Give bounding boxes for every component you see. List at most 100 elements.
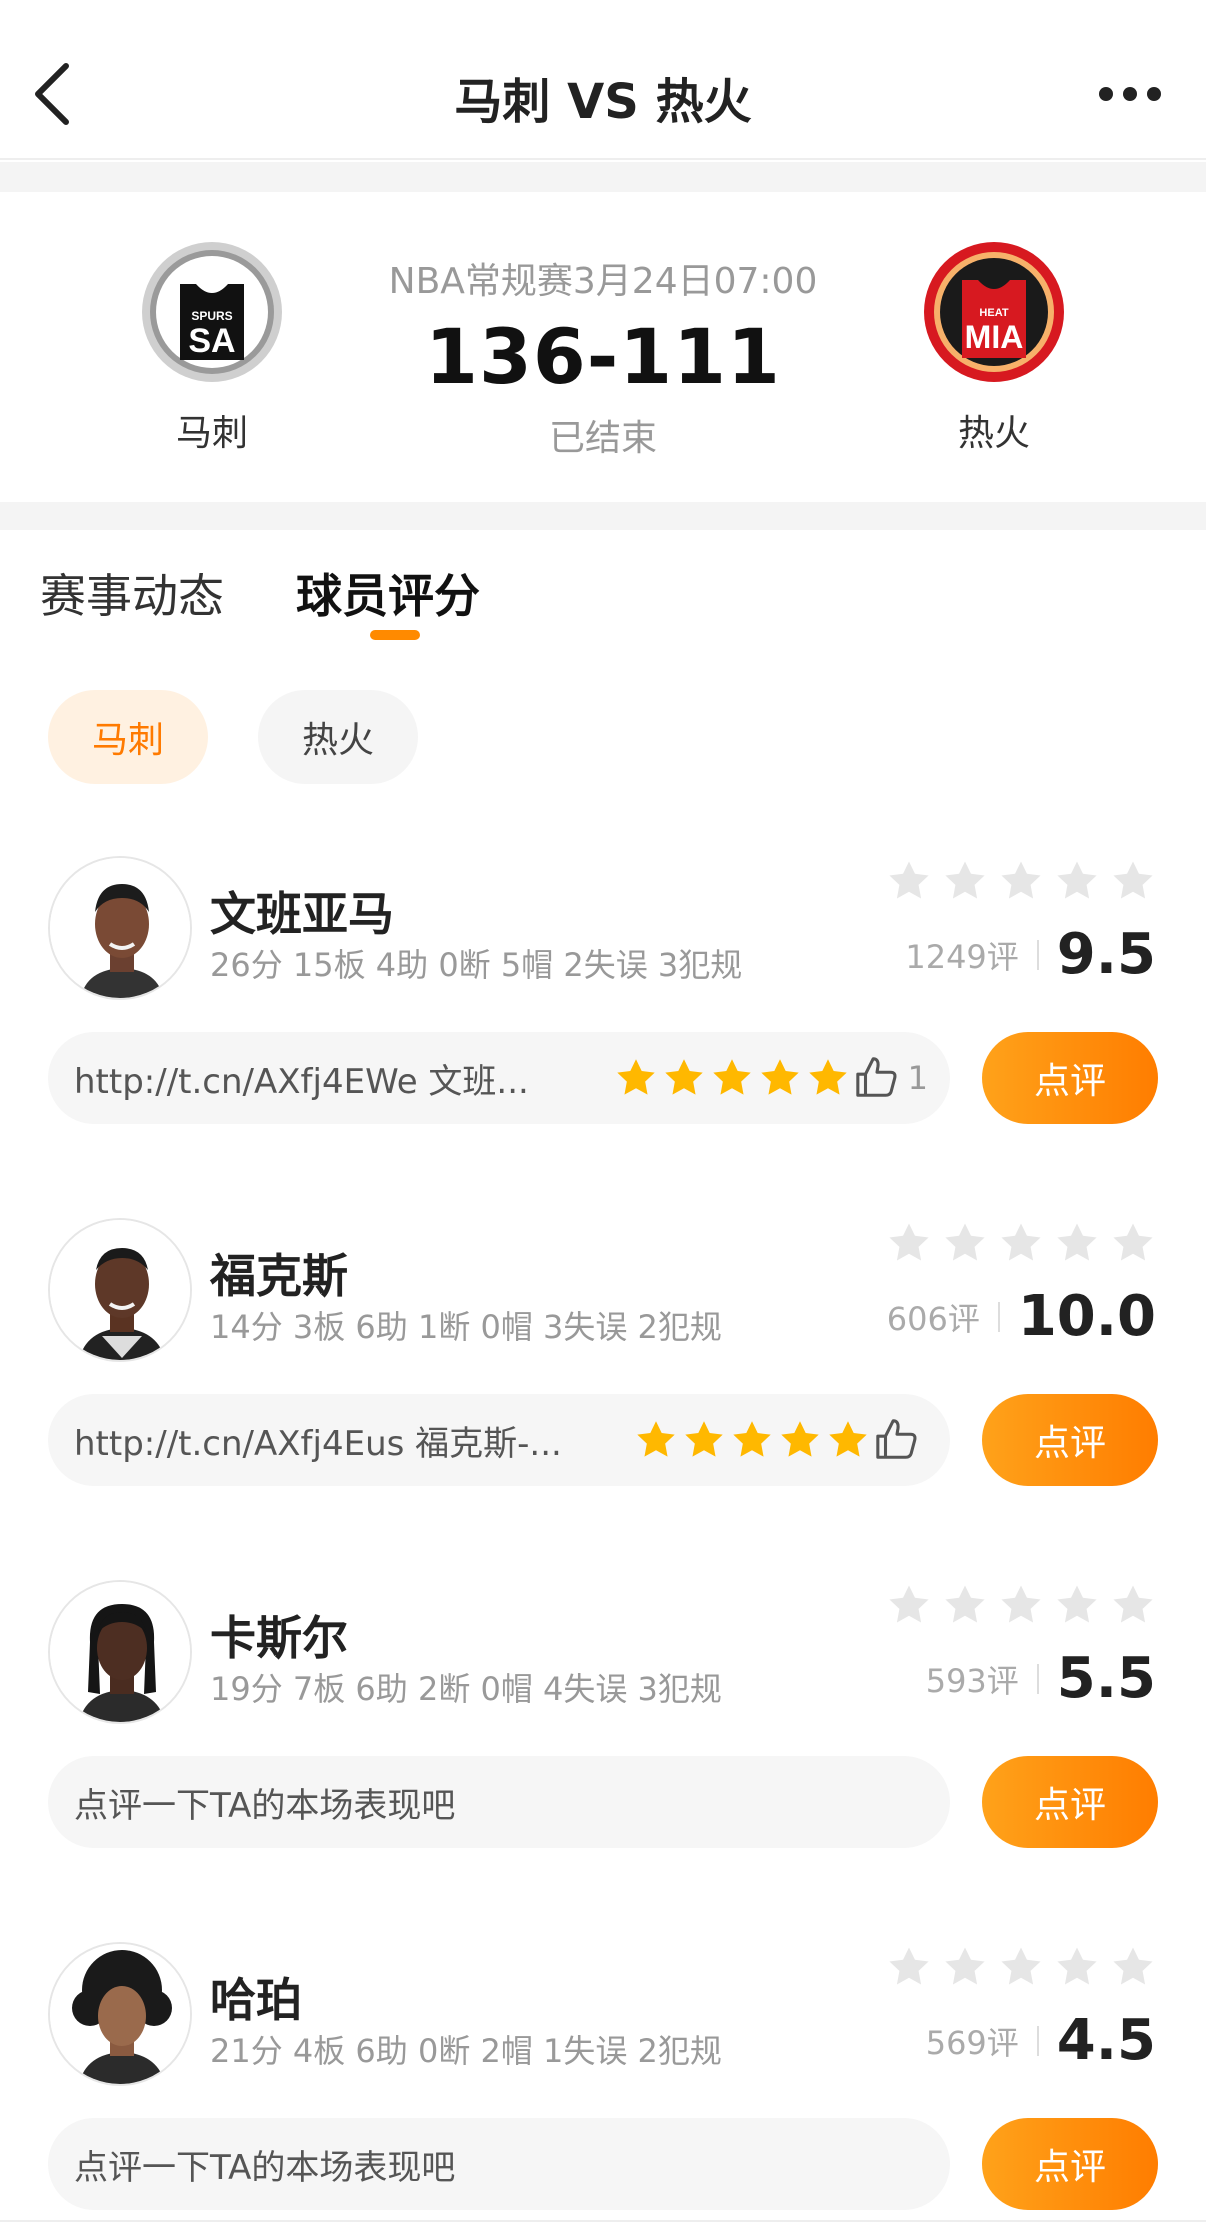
- rate-stars[interactable]: [886, 1220, 1156, 1266]
- rating-count: 569评: [925, 2023, 1019, 2062]
- top-comment[interactable]: http://t.cn/AXfj4EWe 文班... 1: [48, 1032, 950, 1124]
- rate-stars[interactable]: [886, 858, 1156, 904]
- comment-placeholder: 点评一下TA的本场表现吧: [74, 2147, 456, 2188]
- bottom-divider: [0, 2220, 1206, 2222]
- star-icon[interactable]: [1054, 1582, 1100, 1628]
- player-avatar[interactable]: [48, 1942, 192, 2086]
- star-icon[interactable]: [942, 1582, 988, 1628]
- star-icon[interactable]: [886, 858, 932, 904]
- star-icon[interactable]: [998, 858, 1044, 904]
- filter-spurs-chip[interactable]: 马刺: [48, 690, 208, 784]
- comment-placeholder: 点评一下TA的本场表现吧: [74, 1785, 456, 1826]
- rate-stars[interactable]: [886, 1944, 1156, 1990]
- star-icon[interactable]: [942, 858, 988, 904]
- rating-summary: 569评 4.5: [926, 2008, 1156, 2073]
- review-button[interactable]: 点评: [982, 2118, 1158, 2210]
- rating-score: 9.5: [1056, 922, 1156, 987]
- star-icon[interactable]: [998, 1944, 1044, 1990]
- star-icon[interactable]: [942, 1220, 988, 1266]
- comment-prompt[interactable]: 点评一下TA的本场表现吧: [48, 2118, 950, 2210]
- match-center: NBA常规赛3月24日07:00 136-111 已结束: [340, 252, 866, 461]
- player-name: 福克斯: [210, 1249, 348, 1303]
- star-icon[interactable]: [1110, 1582, 1156, 1628]
- home-team[interactable]: SPURS SA 马刺: [102, 240, 322, 456]
- star-icon: [710, 1056, 754, 1100]
- player-card: 哈珀 21分 4板 6助 0断 2帽 1失误 2犯规 569评 4.5 点评一下…: [0, 1942, 1206, 2237]
- star-icon[interactable]: [1110, 1220, 1156, 1266]
- star-icon[interactable]: [886, 1944, 932, 1990]
- star-icon[interactable]: [1054, 858, 1100, 904]
- rating-count: 1249评: [905, 937, 1019, 976]
- review-button[interactable]: 点评: [982, 1032, 1158, 1124]
- heat-logo: HEAT MIA: [922, 240, 1066, 384]
- svg-text:SPURS: SPURS: [191, 309, 232, 323]
- star-icon[interactable]: [1054, 1220, 1100, 1266]
- star-icon[interactable]: [886, 1220, 932, 1266]
- more-dots-icon: [1099, 87, 1161, 101]
- thumbs-up-icon: [876, 1419, 917, 1459]
- player-stats: 14分 3板 6助 1断 0帽 3失误 2犯规: [210, 1308, 722, 1346]
- svg-text:SA: SA: [188, 322, 235, 360]
- rating-score: 5.5: [1056, 1646, 1156, 1711]
- player-avatar[interactable]: [48, 856, 192, 1000]
- review-button[interactable]: 点评: [982, 1756, 1158, 1848]
- away-team-name: 热火: [957, 413, 1030, 454]
- comment-prompt[interactable]: 点评一下TA的本场表现吧: [48, 1756, 950, 1848]
- star-icon[interactable]: [1110, 1944, 1156, 1990]
- review-button[interactable]: 点评: [982, 1394, 1158, 1486]
- divider-band: [0, 502, 1206, 530]
- filter-heat-chip[interactable]: 热火: [258, 690, 418, 784]
- like-button[interactable]: [874, 1417, 928, 1463]
- star-icon: [730, 1418, 774, 1462]
- svg-text:MIA: MIA: [965, 319, 1024, 355]
- star-icon[interactable]: [886, 1582, 932, 1628]
- star-icon: [758, 1056, 802, 1100]
- star-icon: [806, 1056, 850, 1100]
- more-button[interactable]: [1098, 84, 1162, 104]
- tab-match-events[interactable]: 赛事动态: [40, 560, 224, 626]
- match-info: NBA常规赛3月24日07:00: [388, 261, 818, 302]
- spurs-logo: SPURS SA: [140, 240, 284, 384]
- player-avatar[interactable]: [48, 1580, 192, 1724]
- svg-text:HEAT: HEAT: [979, 307, 1008, 319]
- star-icon[interactable]: [1054, 1944, 1100, 1990]
- player-avatar[interactable]: [48, 1218, 192, 1362]
- home-team-name: 马刺: [175, 413, 248, 454]
- star-icon[interactable]: [1110, 858, 1156, 904]
- tab-player-ratings[interactable]: 球员评分: [296, 560, 480, 626]
- player-stats: 21分 4板 6助 0断 2帽 1失误 2犯规: [210, 2032, 722, 2070]
- page-title: 马刺 VS 热火: [454, 74, 752, 130]
- rating-summary: 606评 10.0: [887, 1284, 1156, 1349]
- rate-stars[interactable]: [886, 1582, 1156, 1628]
- rating-count: 606评: [886, 1299, 980, 1338]
- separator: [1036, 939, 1039, 970]
- player-card: 福克斯 14分 3板 6助 1断 0帽 3失误 2犯规 606评 10.0 ht…: [0, 1218, 1206, 1580]
- top-comment[interactable]: http://t.cn/AXfj4Eus 福克斯-...: [48, 1394, 950, 1486]
- thumbs-up-icon: [855, 1057, 897, 1097]
- player-card: 文班亚马 26分 15板 4助 0断 5帽 2失误 3犯规 1249评 9.5 …: [0, 856, 1206, 1218]
- comment-stars: [634, 1418, 870, 1462]
- comment-stars: [614, 1056, 850, 1100]
- rating-summary: 593评 5.5: [926, 1646, 1156, 1711]
- separator: [1036, 1663, 1039, 1694]
- star-icon: [778, 1418, 822, 1462]
- separator: [1036, 2025, 1039, 2056]
- match-score: 136-111: [425, 312, 781, 401]
- star-icon[interactable]: [998, 1220, 1044, 1266]
- rating-score: 10.0: [1017, 1284, 1156, 1349]
- star-icon: [614, 1056, 658, 1100]
- star-icon[interactable]: [942, 1944, 988, 1990]
- like-count: 1: [907, 1059, 928, 1097]
- like-button[interactable]: 1: [854, 1055, 928, 1101]
- match-header: SPURS SA 马刺 NBA常规赛3月24日07:00 136-111 已结束…: [0, 192, 1206, 502]
- star-icon[interactable]: [998, 1582, 1044, 1628]
- tab-bar: 赛事动态 球员评分: [0, 530, 1206, 650]
- star-icon: [634, 1418, 678, 1462]
- player-name: 哈珀: [210, 1973, 302, 2027]
- player-card: 卡斯尔 19分 7板 6助 2断 0帽 4失误 3犯规 593评 5.5 点评一…: [0, 1580, 1206, 1942]
- rating-score: 4.5: [1056, 2008, 1156, 2073]
- comment-text: http://t.cn/AXfj4EWe 文班...: [74, 1061, 529, 1102]
- away-team[interactable]: HEAT MIA 热火: [884, 240, 1104, 456]
- player-name: 卡斯尔: [210, 1611, 348, 1665]
- star-icon: [826, 1418, 870, 1462]
